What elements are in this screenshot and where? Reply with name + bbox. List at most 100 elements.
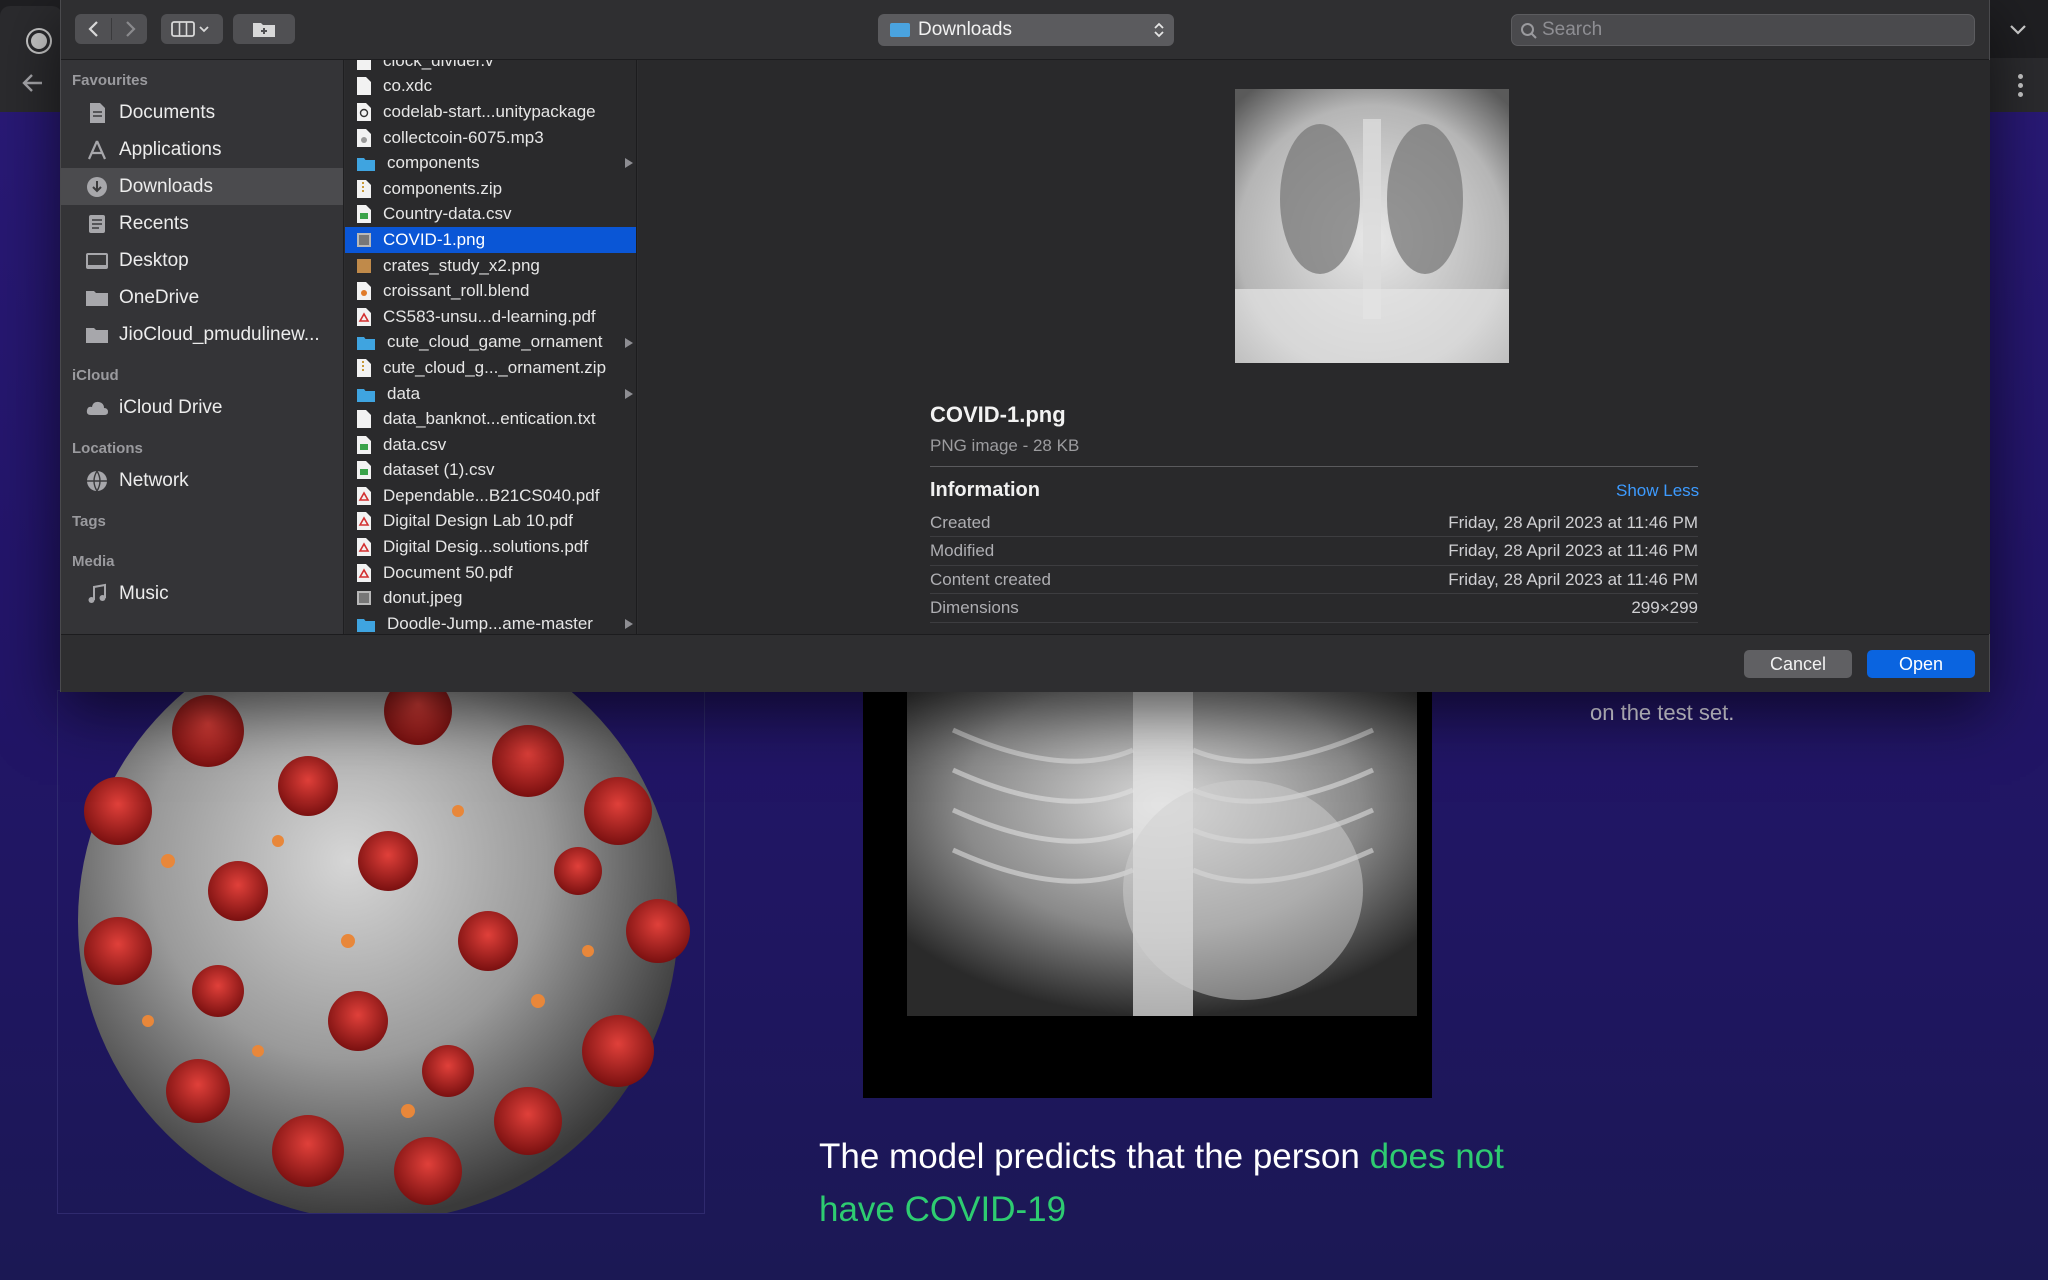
file-icon [357,179,371,198]
folder-row[interactable]: components [345,150,636,176]
info-label: Dimensions [930,598,1019,617]
preview-kind: PNG image - 28 KB [930,436,1080,455]
folder-row[interactable]: data [345,381,636,407]
network-icon [85,470,109,492]
chest-xray-image [863,690,1432,1098]
back-chevron-icon[interactable] [84,19,104,39]
file-name: data [387,383,421,403]
prediction-prefix: The model predicts that the person [819,1137,1370,1176]
downloads-folder-icon [890,23,910,37]
folder-icon [357,617,375,632]
search-icon [1521,23,1537,39]
info-label: Modified [930,541,995,560]
pdf-file-icon [357,538,371,557]
information-heading: Information [930,479,1040,501]
disclosure-arrow-icon [625,619,633,630]
divider [930,466,1698,467]
file-row[interactable]: croissant_roll.blend [345,278,636,304]
file-list: clock_divider.v co.xdc codelab-start...uni… [345,60,636,634]
file-name: Digital Design Lab 10.pdf [383,511,573,531]
file-row[interactable]: co.xdc [345,74,636,100]
file-icon [357,282,371,301]
pdf-file-icon [357,512,371,531]
file-name: cute_cloud_g..._ornament.zip [383,357,607,377]
file-row[interactable]: clock_divider.v [345,60,636,74]
view-mode-button[interactable] [161,14,223,44]
sidebar-item-jiocloud-pmudulinew[interactable]: JioCloud_pmudulinew... [61,316,343,353]
dialog-button-bar: Cancel Open [61,634,1989,692]
sidebar-item-recents[interactable]: Recents [61,205,343,242]
preview-filename: COVID-1.png [930,402,1066,427]
file-row[interactable]: crates_study_x2.png [345,253,636,279]
sidebar-item-desktop[interactable]: Desktop [61,242,343,279]
back-arrow-icon[interactable] [20,70,46,96]
search-input[interactable] [1542,19,1942,41]
info-row-content-created: Content created Friday, 28 April 2023 at … [930,566,1698,594]
file-name: COVID-1.png [383,229,486,249]
info-label: Created [930,512,991,532]
file-name: Doodle-Jump...ame-master [387,613,593,633]
sidebar-section-locations: Locations [72,440,143,457]
file-row[interactable]: data.csv [345,432,636,458]
folder-icon [85,324,109,346]
file-name: clock_divider.v [383,60,494,70]
music-icon [85,583,109,605]
show-less-link[interactable]: Show Less [1616,481,1699,501]
file-row[interactable]: Digital Desig...solutions.pdf [345,534,636,560]
file-thumbnail [1235,89,1509,363]
file-row[interactable]: data_banknot...entication.txt [345,406,636,432]
downloads-icon [85,176,109,198]
chevron-down-icon[interactable] [2008,22,2028,38]
info-row-created: Created Friday, 28 April 2023 at 11:46 PM [930,509,1698,537]
file-row[interactable]: donut.jpeg [345,585,636,611]
forward-chevron-icon[interactable] [120,19,140,39]
sidebar-item-onedrive[interactable]: OneDrive [61,279,343,316]
file-icon [357,128,371,147]
file-icon [357,77,371,96]
sidebar-item-music[interactable]: Music [61,575,343,612]
image-file-icon [357,589,371,607]
folder-row[interactable]: Doodle-Jump...ame-master [345,611,636,634]
info-row-dimensions: Dimensions 299×299 [930,595,1698,623]
file-row[interactable]: COVID-1.png [345,227,636,253]
sidebar-section-icloud: iCloud [72,367,119,384]
browser-tab[interactable] [0,6,62,58]
info-value: Friday, 28 April 2023 at 11:46 PM [1448,541,1698,560]
file-row[interactable]: collectcoin-6075.mp3 [345,125,636,151]
sidebar-item-label: Recents [119,212,189,234]
open-button[interactable]: Open [1867,650,1975,678]
sidebar-item-downloads[interactable]: Downloads [61,168,343,205]
file-name: Dependable...B21CS040.pdf [383,485,600,505]
file-row[interactable]: Document 50.pdf [345,560,636,586]
kebab-menu-icon[interactable] [2018,74,2024,98]
file-icon [357,60,371,70]
file-row[interactable]: dataset (1).csv [345,458,636,484]
file-row[interactable]: CS583-unsu...d-learning.pdf [345,304,636,330]
new-folder-button[interactable] [233,14,295,44]
sidebar-item-applications[interactable]: Applications [61,131,343,168]
sidebar: Favourites Documents Applications Download… [61,60,344,634]
file-row[interactable]: Digital Design Lab 10.pdf [345,509,636,535]
file-row[interactable]: codelab-start...unitypackage [345,99,636,125]
sidebar-item-network[interactable]: Network [61,462,343,499]
info-value: Friday, 28 April 2023 at 11:46 PM [1448,512,1698,532]
folder-icon [357,156,375,172]
cancel-button[interactable]: Cancel [1744,650,1852,678]
file-name: cute_cloud_game_ornament [387,332,603,352]
search-field [1511,14,1975,46]
location-select[interactable]: Downloads [878,14,1174,46]
file-icon [357,410,371,429]
preview-pane: COVID-1.png PNG image - 28 KB Informatio… [638,60,1990,634]
sidebar-item-icloud-drive[interactable]: iCloud Drive [61,389,343,426]
file-icon [357,461,371,480]
folder-row[interactable]: cute_cloud_game_ornament [345,330,636,356]
dialog-toolbar: Downloads [61,0,1989,60]
info-value: 299×299 [1631,598,1698,617]
sidebar-item-label: iCloud Drive [119,396,223,418]
file-row[interactable]: Dependable...B21CS040.pdf [345,483,636,509]
file-row[interactable]: cute_cloud_g..._ornament.zip [345,355,636,381]
file-row[interactable]: components.zip [345,176,636,202]
sidebar-item-documents[interactable]: Documents [61,94,343,131]
file-row[interactable]: Country-data.csv [345,202,636,228]
folder-icon [357,387,375,402]
